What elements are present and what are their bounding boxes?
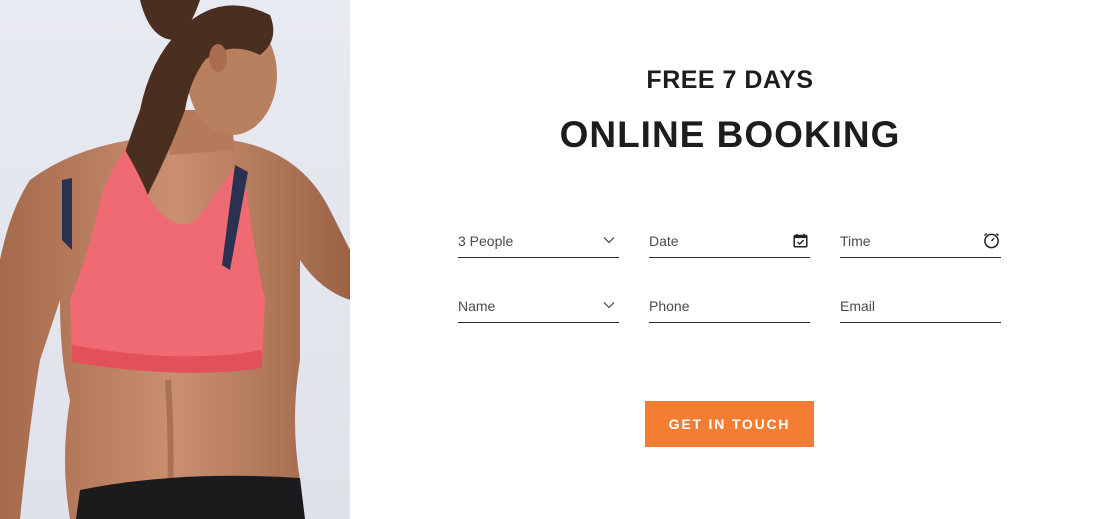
chevron-down-icon xyxy=(600,296,618,314)
fitness-woman-photo xyxy=(0,0,350,519)
page-title: ONLINE BOOKING xyxy=(559,114,901,155)
phone-field-placeholder: Phone xyxy=(649,298,690,314)
time-field[interactable]: Time xyxy=(840,222,1001,258)
woman-back-illustration xyxy=(0,0,350,519)
people-select[interactable]: 3 People xyxy=(458,222,619,258)
calendar-icon[interactable] xyxy=(791,231,809,249)
email-field-placeholder: Email xyxy=(840,298,876,314)
name-field[interactable]: Name xyxy=(458,287,619,323)
name-field-placeholder: Name xyxy=(458,298,496,314)
get-in-touch-button[interactable]: GET IN TOUCH xyxy=(645,401,814,447)
email-field[interactable]: Email xyxy=(840,287,1001,323)
promo-subtitle: FREE 7 DAYS xyxy=(646,66,814,94)
time-field-placeholder: Time xyxy=(840,233,871,249)
booking-page: FREE 7 DAYS ONLINE BOOKING 3 People Date xyxy=(0,0,1110,519)
date-field-placeholder: Date xyxy=(649,233,679,249)
people-select-value: 3 People xyxy=(458,233,514,249)
date-field[interactable]: Date xyxy=(649,222,810,258)
chevron-down-icon xyxy=(600,231,618,249)
booking-panel: FREE 7 DAYS ONLINE BOOKING 3 People Date xyxy=(350,0,1110,519)
clock-icon[interactable] xyxy=(982,231,1000,249)
phone-field[interactable]: Phone xyxy=(649,287,810,323)
